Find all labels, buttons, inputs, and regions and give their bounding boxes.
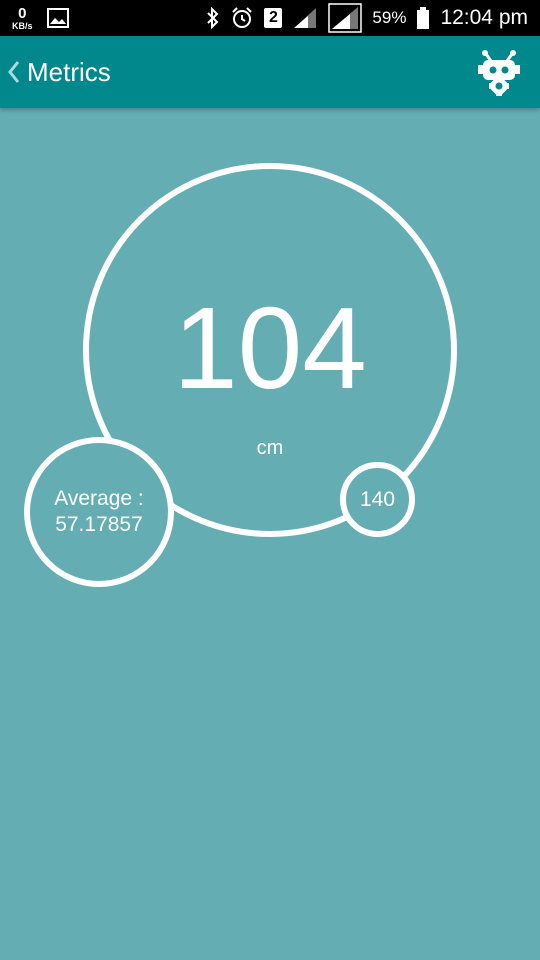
sim-slot-badge: 2 — [264, 8, 283, 28]
app-bar: Metrics — [0, 36, 540, 108]
max-value: 140 — [359, 487, 396, 511]
average-label: Average : — [54, 487, 144, 510]
battery-icon — [417, 7, 430, 29]
signal-icon — [294, 8, 317, 28]
status-bar: 0 KB/s 2 59% 12:04 pm — [0, 0, 540, 36]
bluetooth-icon — [207, 7, 219, 29]
image-icon — [46, 8, 69, 28]
back-button[interactable] — [4, 58, 24, 86]
network-speed-value: 0 — [18, 4, 27, 22]
alarm-icon — [232, 7, 253, 28]
robot-settings-button[interactable] — [474, 48, 524, 98]
battery-percentage: 59% — [372, 8, 407, 27]
chevron-left-icon — [8, 61, 20, 83]
average-value: 57.17857 — [55, 513, 143, 536]
max-value-circle: 140 — [340, 462, 415, 537]
status-time: 12:04 pm — [440, 6, 528, 29]
network-speed: 0 KB/s — [12, 6, 33, 31]
robot-gear-icon — [478, 50, 520, 97]
average-circle: Average : 57.17857 — [24, 437, 174, 587]
page-title: Metrics — [27, 57, 111, 87]
metric-value: 104 — [173, 283, 367, 413]
signal-icon-2 — [328, 3, 363, 33]
network-speed-unit: KB/s — [12, 20, 33, 31]
